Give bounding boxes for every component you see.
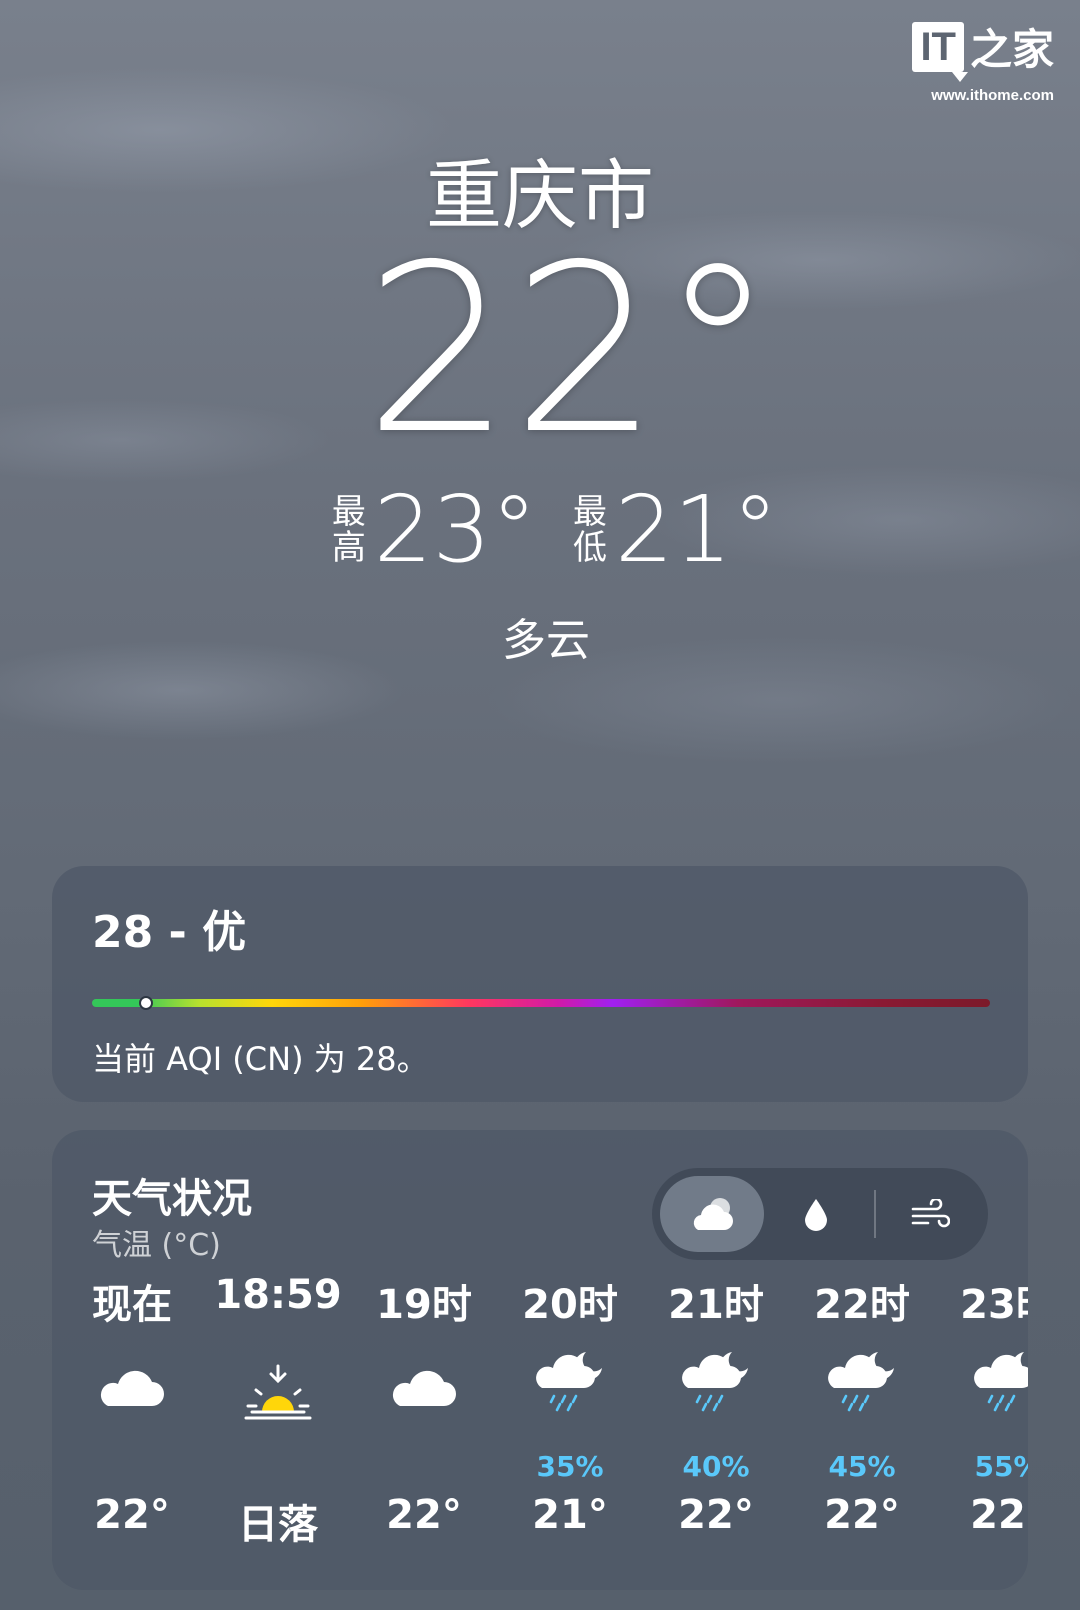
- hour-temp: 21°: [532, 1492, 608, 1538]
- hour-time: 22时: [814, 1282, 910, 1328]
- aqi-card[interactable]: 28 - 优 当前 AQI (CN) 为 28。: [52, 866, 1028, 1102]
- segment-cloud[interactable]: [660, 1176, 764, 1252]
- aqi-title: 28 - 优: [92, 907, 247, 958]
- high-temp-group: 最 高 23°: [332, 482, 537, 578]
- high-temp: 23°: [373, 476, 537, 583]
- moon-rain-cloud-icon: [928, 1350, 1028, 1440]
- sunset-icon: [198, 1364, 358, 1454]
- weather-title: 天气状况: [92, 1176, 252, 1222]
- hour-temp: 22°: [824, 1492, 900, 1538]
- ithome-logo: IT 之家: [912, 16, 1054, 82]
- precip-chance: 45%: [828, 1450, 896, 1483]
- watermark: IT 之家 www.ithome.com: [912, 16, 1054, 104]
- hour-time: 21时: [668, 1282, 764, 1328]
- aqi-indicator-dot: [138, 996, 153, 1010]
- segment-precipitation[interactable]: [764, 1176, 868, 1252]
- hour-time: 现在: [92, 1282, 172, 1328]
- moon-rain-cloud-icon: [782, 1350, 942, 1440]
- moon-rain-cloud-icon: [490, 1350, 650, 1440]
- segment-wind[interactable]: [878, 1176, 982, 1252]
- hour-temp: 22°: [386, 1492, 462, 1538]
- drop-icon: [805, 1199, 827, 1231]
- hourly-forecast-list[interactable]: 现在 22° 18:59 日落 19时 22° 20时 35% 21° 21时 40% 22° 22时 4…: [52, 1272, 1028, 1572]
- hour-temp: 22°: [678, 1492, 754, 1538]
- weather-subtitle: 气温 (°C): [92, 1228, 221, 1263]
- high-label: 最 高: [331, 492, 366, 568]
- precip-chance: 55%: [974, 1450, 1028, 1483]
- current-temperature: 22°: [364, 215, 776, 485]
- moon-rain-cloud-icon: [636, 1350, 796, 1440]
- weather-conditions-card[interactable]: 天气状况 气温 (°C) 现在 22° 18:59 日落 19时 22° 20时 35% 21°…: [52, 1130, 1028, 1590]
- hour-time: 23时: [960, 1282, 1028, 1328]
- precip-chance: 35%: [536, 1450, 604, 1483]
- segment-divider: [874, 1190, 876, 1238]
- hour-time: 19时: [376, 1282, 472, 1328]
- cloud-icon: [344, 1364, 504, 1454]
- metric-segmented-control: [652, 1168, 988, 1260]
- hour-temp: 22°: [94, 1492, 170, 1538]
- low-temp: 21°: [615, 476, 779, 583]
- hour-temp: 日落: [238, 1502, 318, 1548]
- high-low: 最 高 23° 最 低 21°: [0, 482, 1080, 578]
- condition-text: 多云: [502, 615, 590, 666]
- precip-chance: 40%: [682, 1450, 750, 1483]
- watermark-url: www.ithome.com: [931, 87, 1054, 104]
- aqi-scale-bar: [92, 996, 990, 1010]
- cloud-icon: [693, 1198, 733, 1230]
- cloud-icon: [52, 1364, 212, 1454]
- wind-icon: [911, 1199, 950, 1228]
- low-label: 最 低: [573, 492, 607, 568]
- aqi-description: 当前 AQI (CN) 为 28。: [92, 1040, 429, 1078]
- logo-it: IT: [912, 21, 968, 82]
- low-temp-group: 最 低 21°: [573, 482, 778, 578]
- logo-cn: 之家: [969, 25, 1054, 74]
- hour-temp: 22°: [970, 1492, 1028, 1538]
- hour-time: 18:59: [214, 1272, 342, 1318]
- hour-time: 20时: [522, 1282, 618, 1328]
